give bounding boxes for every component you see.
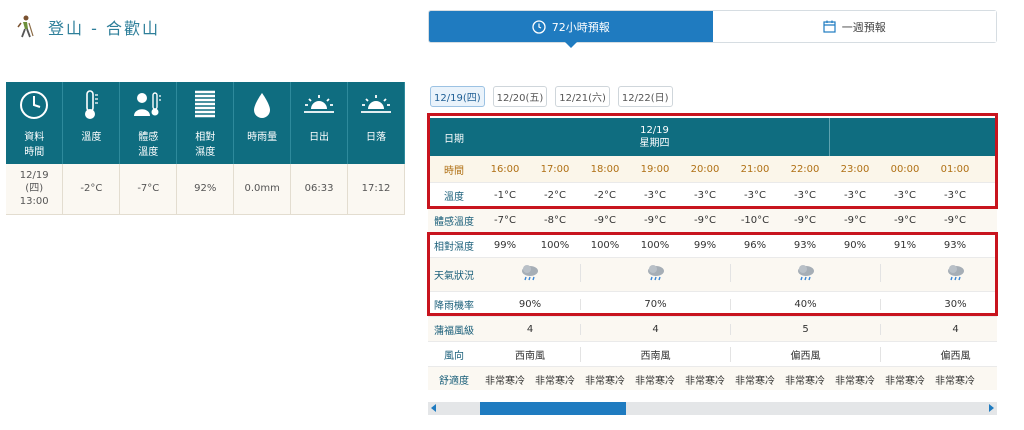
raindrop-icon bbox=[254, 93, 271, 118]
comfort-cell: 非常寒冷 bbox=[685, 375, 725, 387]
obs-header-apparent: 體感溫度 bbox=[119, 82, 178, 164]
apparent-temp-cell: -9°C bbox=[894, 214, 916, 226]
obs-value-time: 12/19 (四) 13:00 bbox=[6, 164, 64, 215]
date-chip[interactable]: 12/19(四) bbox=[430, 86, 485, 107]
apparent-temp-cell: -9°C bbox=[794, 214, 816, 226]
tab-weekly-label: 一週預報 bbox=[841, 20, 886, 34]
comfort-cell: 非常寒冷 bbox=[885, 375, 925, 387]
comfort-cell: 非常寒冷 bbox=[535, 375, 575, 387]
humidity-bars-icon bbox=[195, 90, 216, 118]
wind-direction-cell: 偏西風 bbox=[730, 346, 880, 362]
obs-value-sunrise: 06:33 bbox=[290, 164, 349, 215]
apparent-temp-cell: -9°C bbox=[944, 214, 966, 226]
forecast-tabs: 72小時預報 一週預報 bbox=[428, 10, 997, 48]
comfort-cell: 非常寒冷 bbox=[935, 375, 975, 387]
tab-72hr-label: 72小時預報 bbox=[551, 20, 610, 34]
person-thermometer-icon bbox=[134, 92, 162, 116]
highlight-box-time-temp bbox=[427, 113, 998, 209]
wind-direction-cell: 西南風 bbox=[515, 350, 545, 362]
wind-direction-cell: 西南風 bbox=[580, 346, 730, 362]
row-wind-direction: 風向 西南風 西南風 偏西風 偏西風 bbox=[428, 342, 997, 367]
clock-72-icon bbox=[532, 19, 546, 34]
obs-header-label: 日出 bbox=[309, 132, 330, 143]
clock-icon bbox=[20, 91, 49, 119]
site-title: 登山 - 合歡山 bbox=[12, 14, 160, 40]
apparent-temp-cell: -7°C bbox=[494, 214, 516, 226]
obs-header-sunrise: 日出 bbox=[290, 82, 349, 164]
beaufort-cell: 5 bbox=[730, 323, 880, 335]
comfort-cell: 非常寒冷 bbox=[485, 375, 525, 387]
horizontal-scrollbar[interactable] bbox=[428, 402, 997, 415]
obs-value-humidity: 92% bbox=[176, 164, 235, 215]
row-label: 風向 bbox=[444, 350, 464, 362]
comfort-cell: 非常寒冷 bbox=[585, 375, 625, 387]
page-title: 登山 - 合歡山 bbox=[48, 19, 160, 38]
scroll-right-icon[interactable] bbox=[989, 404, 994, 412]
row-label: 蒲福風級 bbox=[434, 325, 474, 337]
obs-value-temp: -2°C bbox=[62, 164, 121, 215]
obs-value-apparent: -7°C bbox=[119, 164, 178, 215]
obs-header-label: 體感溫度 bbox=[138, 132, 159, 158]
comfort-cell: 非 bbox=[980, 372, 997, 387]
obs-value-rainfall: 0.0mm bbox=[233, 164, 292, 215]
obs-header-sunset: 日落 bbox=[347, 82, 405, 164]
wind-direction-cell: 偏西風 bbox=[880, 346, 997, 362]
date-chip[interactable]: 12/22(日) bbox=[617, 86, 673, 107]
comfort-cell: 非常寒冷 bbox=[835, 375, 875, 387]
apparent-temp-cell: -9°C bbox=[594, 214, 616, 226]
beaufort-cell: 4 bbox=[526, 323, 534, 335]
comfort-cell: 非常寒冷 bbox=[735, 375, 775, 387]
date-chip[interactable]: 12/21(六) bbox=[555, 86, 610, 107]
row-comfort: 舒適度 非常寒冷 非常寒冷 非常寒冷 非常寒冷 非常寒冷 非常寒冷 非常寒冷 非常寒冷 非常寒冷… bbox=[428, 367, 997, 390]
beaufort-cell: 4 bbox=[580, 323, 730, 335]
date-chip[interactable]: 12/20(五) bbox=[492, 86, 548, 107]
apparent-temp-cell: -8°C bbox=[544, 214, 566, 226]
comfort-cell: 非常寒冷 bbox=[785, 375, 825, 387]
obs-header-label: 相對濕度 bbox=[195, 132, 216, 158]
apparent-temp-cell: -9°C bbox=[844, 214, 866, 226]
obs-header-humidity: 相對濕度 bbox=[176, 82, 235, 164]
obs-header-label: 時雨量 bbox=[247, 132, 278, 143]
obs-header-temp: 溫度 bbox=[62, 82, 121, 164]
highlight-box-humidity-rain bbox=[427, 232, 998, 316]
obs-header-rainfall: 時雨量 bbox=[233, 82, 292, 164]
row-beaufort: 蒲福風級 4454 bbox=[428, 317, 997, 342]
apparent-temp-cell: -9°C bbox=[694, 214, 716, 226]
sunset-icon bbox=[361, 95, 392, 113]
apparent-temp-cell: -9°C bbox=[644, 214, 666, 226]
scroll-left-icon[interactable] bbox=[431, 404, 436, 412]
obs-header-label: 日落 bbox=[366, 132, 387, 143]
sunrise-icon bbox=[304, 95, 335, 113]
comfort-cell: 非常寒冷 bbox=[635, 375, 675, 387]
obs-value-sunset: 17:12 bbox=[347, 164, 405, 215]
tab-weekly[interactable]: 一週預報 bbox=[712, 11, 996, 42]
thermometer-icon bbox=[85, 90, 99, 119]
date-selector: 12/19(四) 12/20(五) 12/21(六) 12/22(日) bbox=[430, 86, 673, 107]
row-apparent: 體感溫度 -7°C -8°C -9°C -9°C -9°C -10°C -9°C -9°C -9… bbox=[428, 208, 997, 233]
calendar-icon bbox=[823, 20, 836, 33]
obs-header-time: 資料時間 bbox=[6, 82, 64, 164]
obs-header-label: 溫度 bbox=[81, 132, 102, 143]
obs-header-label: 資料時間 bbox=[24, 132, 45, 158]
beaufort-cell: 4 bbox=[880, 323, 997, 335]
apparent-temp-cell: - bbox=[980, 215, 997, 226]
hiker-icon bbox=[17, 15, 34, 38]
current-observation-table: 資料時間 溫度 體感溫度 相對濕度 時雨量 日出 日落 12/19 (四) 13… bbox=[6, 82, 405, 215]
row-label: 體感溫度 bbox=[434, 216, 474, 228]
tab-72hr[interactable]: 72小時預報 bbox=[429, 11, 713, 48]
scrollbar-thumb[interactable] bbox=[480, 402, 626, 415]
row-label: 舒適度 bbox=[439, 375, 469, 387]
apparent-temp-cell: -10°C bbox=[740, 214, 770, 226]
